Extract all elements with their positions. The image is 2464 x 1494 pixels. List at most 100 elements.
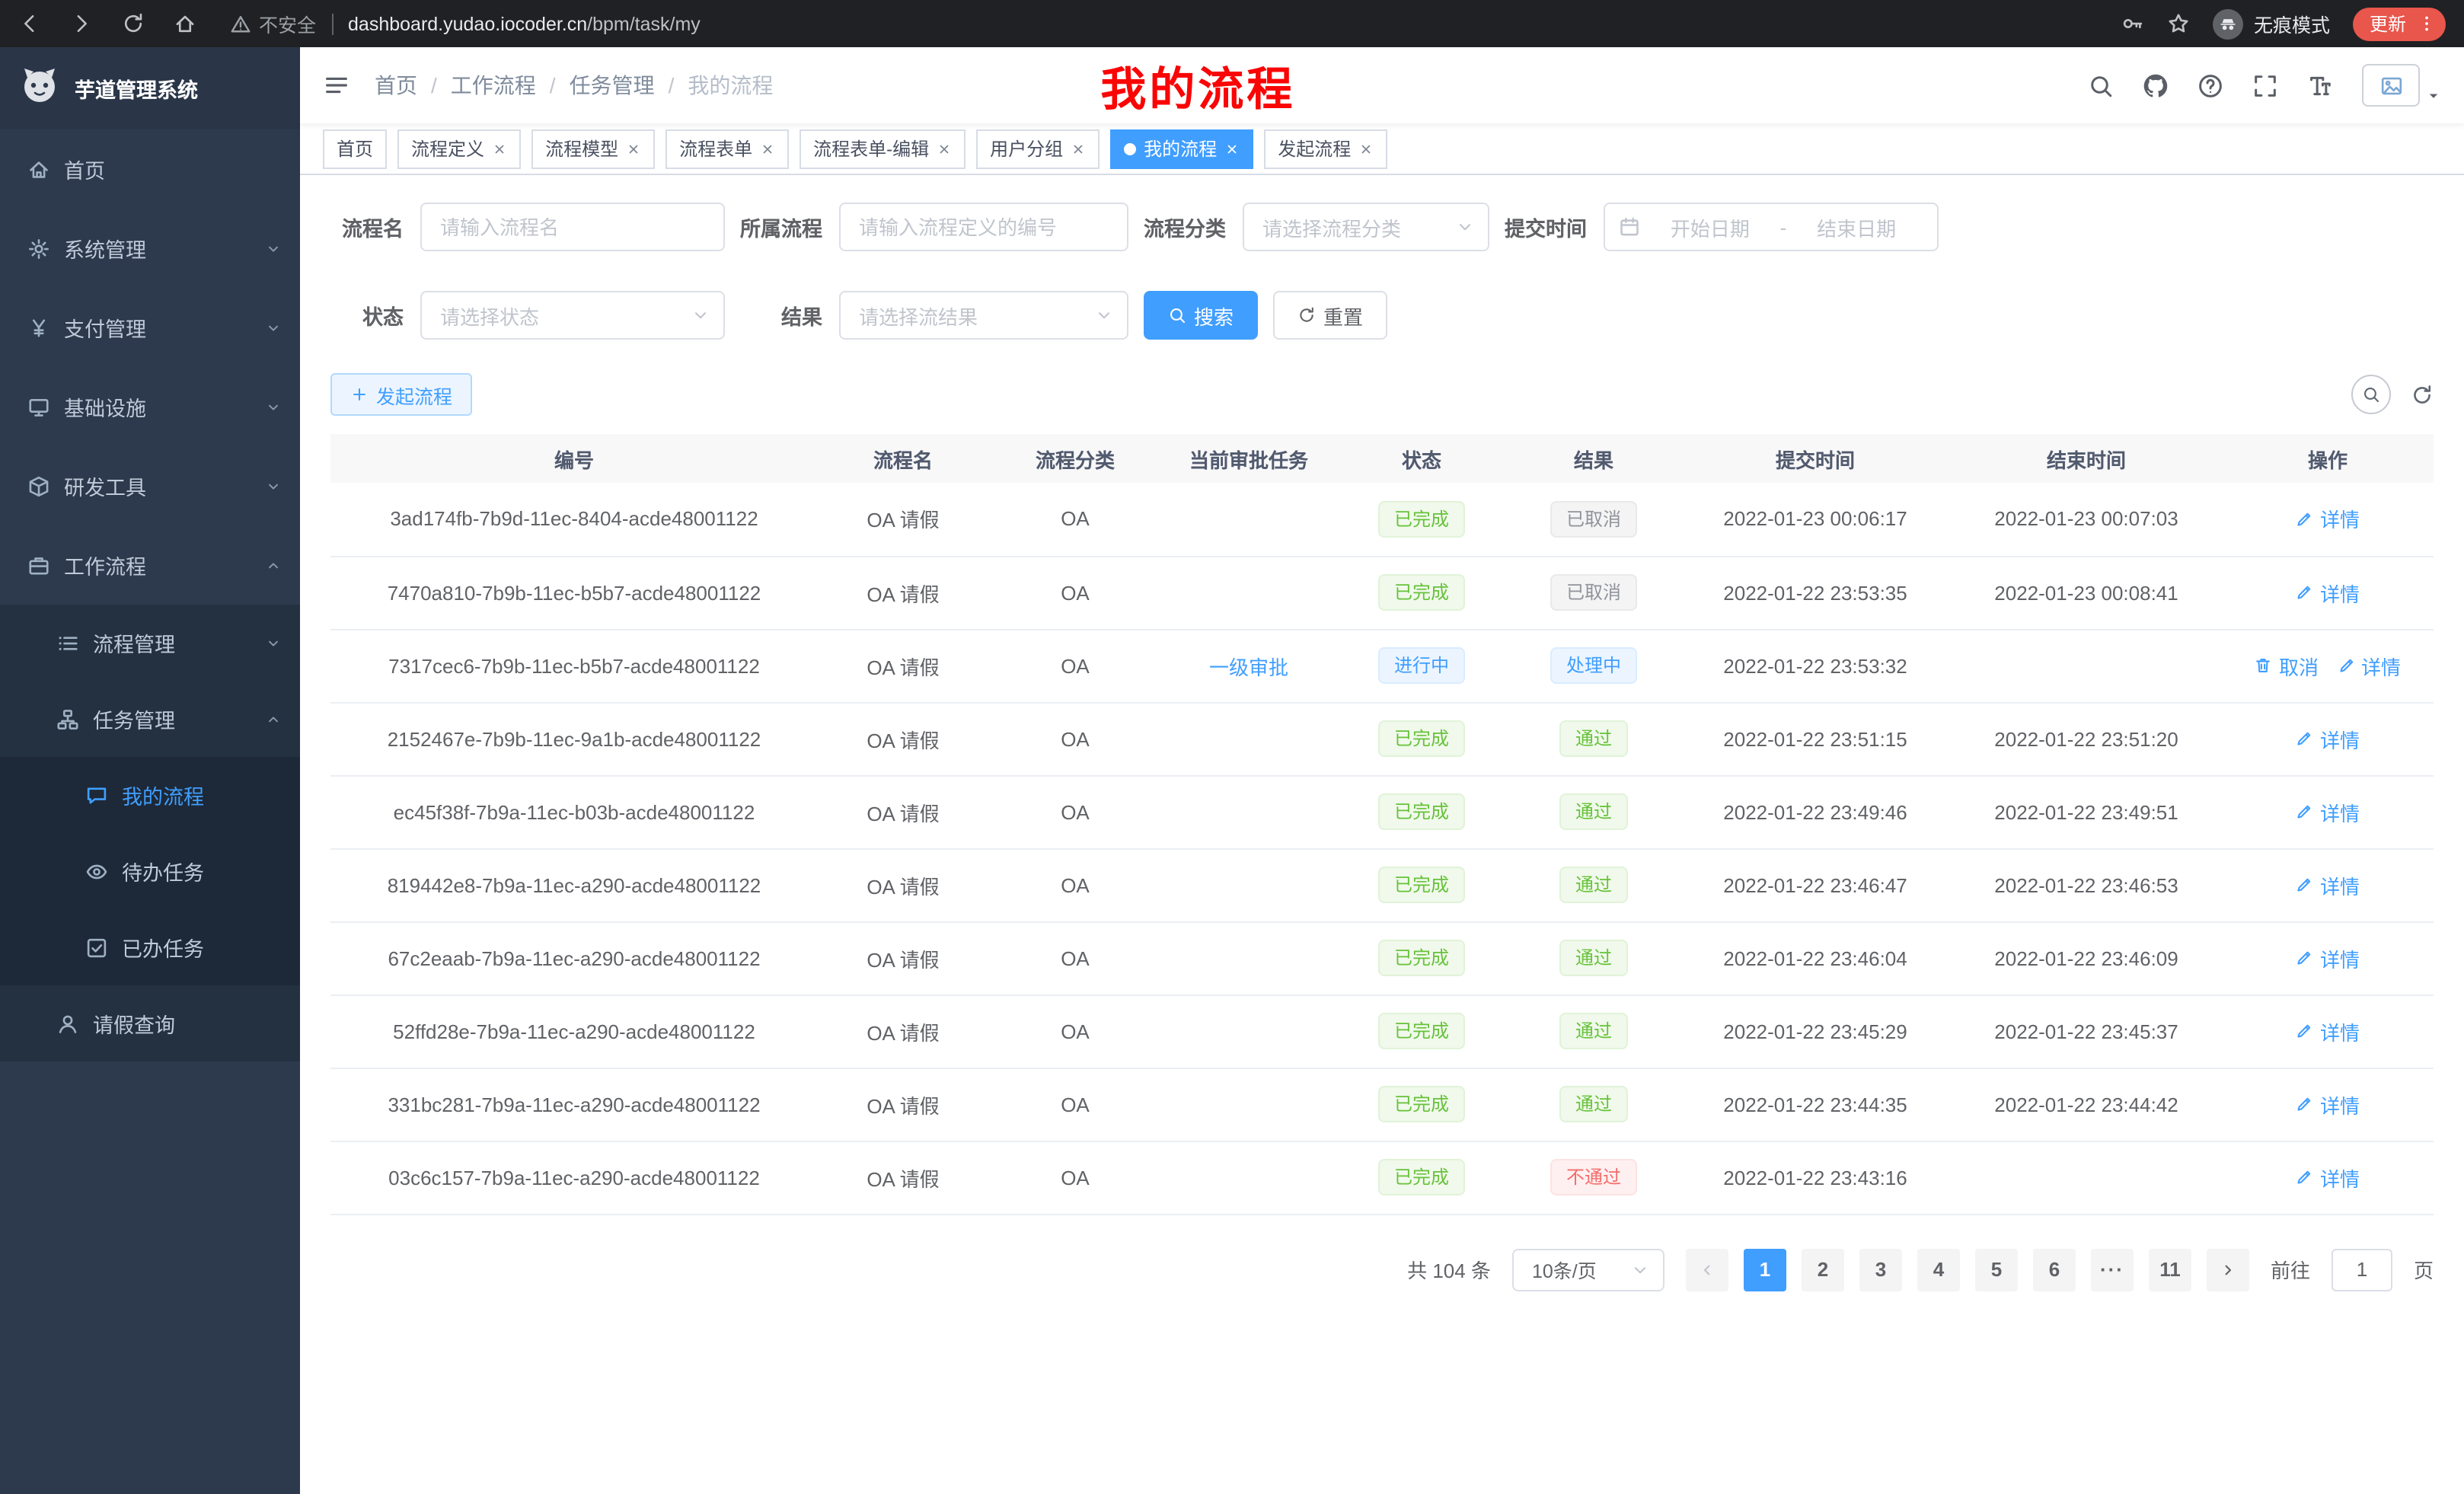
create-process-button[interactable]: 发起流程 xyxy=(330,373,472,416)
detail-action[interactable]: 详情 xyxy=(2296,943,2360,972)
category-label: 流程分类 xyxy=(1144,212,1226,242)
edit-icon xyxy=(2296,583,2314,602)
sidebar-item-workflow[interactable]: 工作流程 xyxy=(0,525,300,605)
status-select[interactable]: 请选择状态 xyxy=(420,291,725,340)
detail-action[interactable]: 详情 xyxy=(2296,578,2360,607)
pagination-page-2[interactable]: 2 xyxy=(1802,1248,1844,1291)
close-icon[interactable] xyxy=(937,141,952,156)
sidebar-item-leave-query[interactable]: 请假查询 xyxy=(0,985,300,1061)
task-link[interactable]: 一级审批 xyxy=(1209,651,1288,680)
sidebar-item-devtools[interactable]: 研发工具 xyxy=(0,446,300,525)
reset-button[interactable]: 重置 xyxy=(1273,291,1387,340)
sidebar-item-process-management[interactable]: 流程管理 xyxy=(0,605,300,681)
browser-home-icon[interactable] xyxy=(174,12,196,35)
pagination-next[interactable] xyxy=(2207,1248,2249,1291)
tab-process-form-edit[interactable]: 流程表单-编辑 xyxy=(800,129,965,168)
pagination-page-4[interactable]: 4 xyxy=(1917,1248,1960,1291)
address-bar[interactable]: 不安全 dashboard.yudao.iocoder.cn/bpm/task/… xyxy=(230,9,2121,38)
pagination-prev[interactable] xyxy=(1686,1248,1728,1291)
header-search-icon[interactable] xyxy=(2088,72,2114,98)
update-button[interactable]: 更新 xyxy=(2353,7,2446,40)
cell-result: 通过 xyxy=(1508,921,1680,994)
detail-action[interactable]: 详情 xyxy=(2296,724,2360,753)
category-select[interactable]: 请选择流程分类 xyxy=(1243,203,1489,251)
github-icon[interactable] xyxy=(2143,72,2169,98)
tab-create-process[interactable]: 发起流程 xyxy=(1264,129,1387,168)
user-menu[interactable] xyxy=(2362,64,2441,107)
back-icon[interactable] xyxy=(18,12,41,35)
detail-action[interactable]: 详情 xyxy=(2337,651,2401,680)
edit-icon xyxy=(2296,510,2314,528)
tab-my-process[interactable]: 我的流程 xyxy=(1110,129,1253,168)
sidebar-item-todo-tasks[interactable]: 待办任务 xyxy=(0,833,300,909)
bookmark-star-icon[interactable] xyxy=(2167,12,2190,35)
tab-process-model[interactable]: 流程模型 xyxy=(531,129,655,168)
process-name-input[interactable] xyxy=(422,204,723,250)
tab-label: 用户分组 xyxy=(990,136,1063,161)
breadcrumb-item[interactable]: 任务管理 xyxy=(570,70,655,101)
close-icon[interactable] xyxy=(492,141,507,156)
breadcrumb-separator: / xyxy=(550,73,556,97)
sidebar-item-label: 基础设施 xyxy=(64,391,146,422)
close-icon[interactable] xyxy=(1071,141,1086,156)
reload-icon[interactable] xyxy=(122,12,145,35)
detail-action[interactable]: 详情 xyxy=(2296,1090,2360,1119)
pagination-page-6[interactable]: 6 xyxy=(2033,1248,2076,1291)
chevron-down-icon xyxy=(265,634,282,651)
detail-action[interactable]: 详情 xyxy=(2296,1017,2360,1045)
docs-help-icon[interactable] xyxy=(2197,72,2223,98)
close-icon[interactable] xyxy=(626,141,641,156)
tab-user-group[interactable]: 用户分组 xyxy=(976,129,1100,168)
tab-label: 流程表单 xyxy=(679,136,752,161)
close-icon[interactable] xyxy=(1358,141,1374,156)
sidebar-toggle-icon[interactable] xyxy=(323,72,350,99)
cell-task: 一级审批 xyxy=(1162,629,1336,702)
font-size-icon[interactable] xyxy=(2307,72,2333,98)
security-label: 不安全 xyxy=(259,9,316,38)
sidebar-item-task-management[interactable]: 任务管理 xyxy=(0,681,300,757)
sidebar-item-done-tasks[interactable]: 已办任务 xyxy=(0,909,300,985)
sidebar-menu: 首页系统管理支付管理基础设施研发工具工作流程流程管理任务管理我的流程待办任务已办… xyxy=(0,129,300,1061)
tab-process-form[interactable]: 流程表单 xyxy=(665,129,789,168)
filter-result: 结果 请选择流结果 xyxy=(740,291,1128,340)
cell-end-time: 2022-01-22 23:46:09 xyxy=(1951,921,2222,994)
pagination-page-5[interactable]: 5 xyxy=(1975,1248,2018,1291)
cell-status: 已完成 xyxy=(1336,1141,1508,1214)
breadcrumb-item: 我的流程 xyxy=(688,70,773,101)
submit-time-range-picker[interactable]: 开始日期 - 结束日期 xyxy=(1604,203,1939,251)
detail-action[interactable]: 详情 xyxy=(2296,505,2360,534)
app-logo-area[interactable]: 芋道管理系统 xyxy=(0,47,300,129)
pagination-page-1[interactable]: 1 xyxy=(1744,1248,1786,1291)
page-size-select[interactable]: 10条/页 xyxy=(1512,1248,1664,1291)
breadcrumb-item[interactable]: 首页 xyxy=(375,70,417,101)
cell-submit-time: 2022-01-22 23:49:46 xyxy=(1680,775,1951,848)
cancel-action[interactable]: 取消 xyxy=(2255,651,2319,680)
tab-process-definition[interactable]: 流程定义 xyxy=(397,129,521,168)
sidebar-item-system-management[interactable]: 系统管理 xyxy=(0,209,300,288)
detail-action[interactable]: 详情 xyxy=(2296,870,2360,899)
sidebar-item-infrastructure[interactable]: 基础设施 xyxy=(0,367,300,446)
search-button[interactable]: 搜索 xyxy=(1144,291,1258,340)
result-select[interactable]: 请选择流结果 xyxy=(839,291,1128,340)
parent-process-input[interactable] xyxy=(841,204,1127,250)
sidebar-item-my-process[interactable]: 我的流程 xyxy=(0,757,300,833)
breadcrumb-item[interactable]: 工作流程 xyxy=(451,70,536,101)
pagination-more[interactable]: ··· xyxy=(2091,1248,2134,1291)
key-icon[interactable] xyxy=(2121,12,2144,35)
detail-action[interactable]: 详情 xyxy=(2296,1163,2360,1192)
tab-home[interactable]: 首页 xyxy=(323,129,387,168)
forward-icon[interactable] xyxy=(70,12,93,35)
pagination-page-11[interactable]: 11 xyxy=(2149,1248,2191,1291)
close-icon[interactable] xyxy=(760,141,775,156)
toggle-search-button[interactable] xyxy=(2351,375,2391,414)
close-icon[interactable] xyxy=(1224,141,1240,156)
fullscreen-icon[interactable] xyxy=(2252,72,2278,98)
sidebar-item-home[interactable]: 首页 xyxy=(0,129,300,209)
refresh-table-button[interactable] xyxy=(2411,383,2434,406)
goto-page-input[interactable] xyxy=(2332,1248,2392,1291)
sidebar-item-payment-management[interactable]: 支付管理 xyxy=(0,288,300,367)
pagination-page-3[interactable]: 3 xyxy=(1859,1248,1902,1291)
cell-id: 52ffd28e-7b9a-11ec-a290-acde48001122 xyxy=(330,994,818,1068)
detail-action[interactable]: 详情 xyxy=(2296,797,2360,826)
browser-menu-icon[interactable] xyxy=(2417,14,2437,34)
